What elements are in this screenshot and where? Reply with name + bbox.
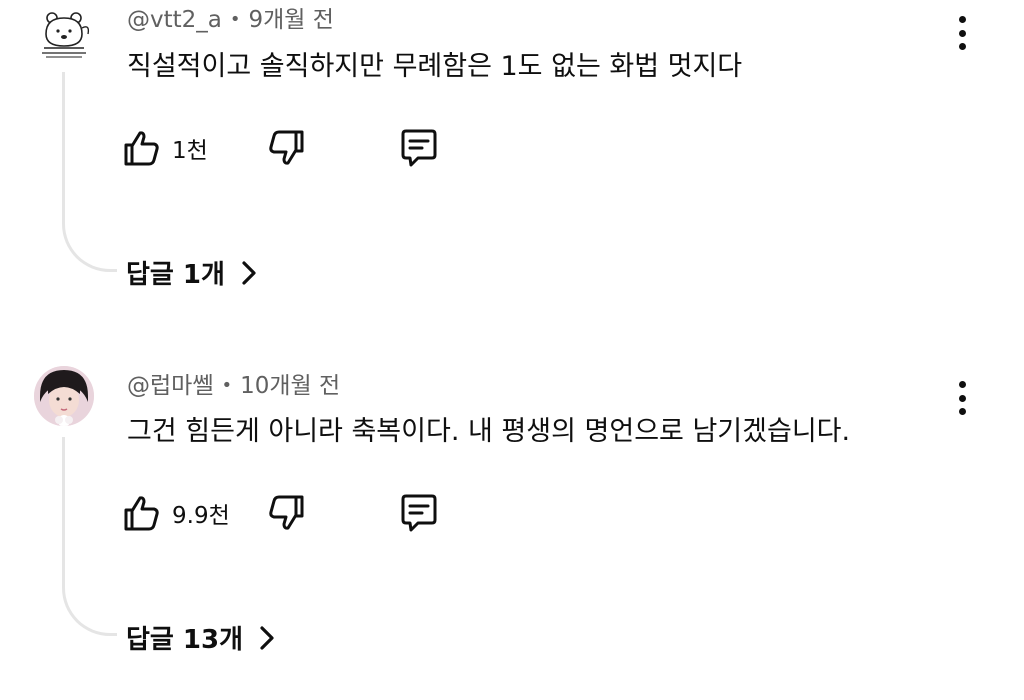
profile-photo-icon xyxy=(34,366,94,426)
more-options-icon[interactable] xyxy=(948,13,976,53)
like-count: 9.9천 xyxy=(172,503,230,529)
thread-connector xyxy=(62,72,117,272)
profile-photo-avatar[interactable] xyxy=(34,366,94,426)
replies-label: 답글 13개 xyxy=(126,625,243,655)
author-name[interactable]: @럽마쎌 xyxy=(127,373,213,399)
chevron-right-icon xyxy=(260,625,274,650)
thread-connector xyxy=(62,437,117,636)
comment-actions: 9.9천 xyxy=(118,488,518,538)
reply-button[interactable] xyxy=(394,123,442,173)
reply-bubble-icon xyxy=(401,494,437,532)
thumbs-down-icon xyxy=(269,130,304,165)
dislike-button[interactable] xyxy=(266,488,310,538)
dislike-button[interactable] xyxy=(266,123,310,173)
comment-time: 10개월 전 xyxy=(240,373,341,399)
more-options-icon[interactable] xyxy=(948,378,976,418)
comment-text: 그건 힘든게 아니라 축복이다. 내 평생의 명언으로 남기겠습니다. xyxy=(127,416,851,447)
comment-text: 직설적이고 솔직하지만 무례함은 1도 없는 화법 멋지다 xyxy=(127,51,743,82)
bear-doodle-avatar[interactable] xyxy=(34,4,94,64)
comment-meta: @vtt2_a • 9개월 전 xyxy=(127,5,334,37)
view-replies-button[interactable]: 답글 13개 xyxy=(126,619,277,656)
thumbs-up-icon xyxy=(124,496,159,531)
like-button[interactable]: 9.9천 xyxy=(118,488,230,538)
view-replies-button[interactable]: 답글 1개 xyxy=(126,254,259,291)
author-name[interactable]: @vtt2_a xyxy=(127,7,222,33)
comment-meta: @럽마쎌 • 10개월 전 xyxy=(127,371,340,403)
chevron-right-icon xyxy=(242,260,256,285)
reply-button[interactable] xyxy=(394,488,442,538)
thumbs-down-icon xyxy=(269,495,304,530)
like-button[interactable]: 1천 xyxy=(118,123,208,173)
comment-time: 9개월 전 xyxy=(248,7,334,33)
meta-separator: • xyxy=(221,375,233,396)
thumbs-up-icon xyxy=(124,131,159,166)
replies-label: 답글 1개 xyxy=(126,260,225,290)
like-count: 1천 xyxy=(172,138,208,164)
reply-bubble-icon xyxy=(401,129,437,167)
comment-actions: 1천 xyxy=(118,123,518,173)
meta-separator: • xyxy=(229,9,241,30)
bear-doodle-icon xyxy=(42,12,90,58)
